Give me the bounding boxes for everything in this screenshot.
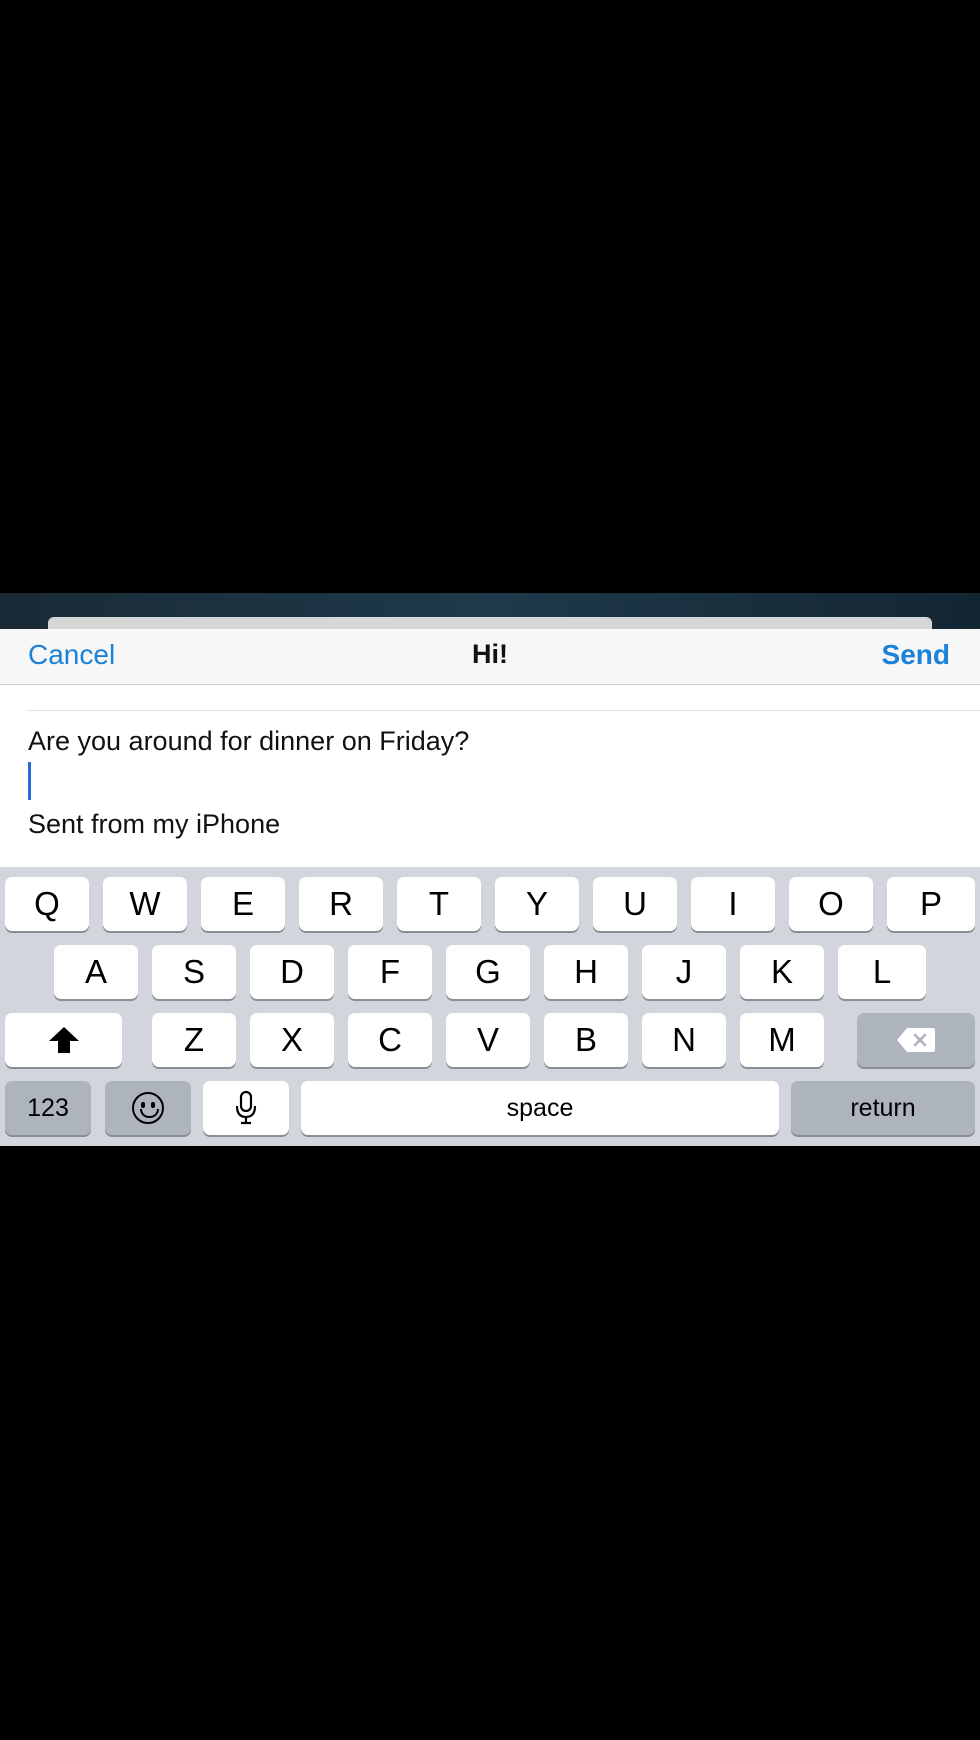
return-key[interactable]: return xyxy=(791,1081,975,1135)
key-s[interactable]: S xyxy=(152,945,236,999)
key-f[interactable]: F xyxy=(348,945,432,999)
key-e[interactable]: E xyxy=(201,877,285,931)
key-o[interactable]: O xyxy=(789,877,873,931)
key-h[interactable]: H xyxy=(544,945,628,999)
key-b[interactable]: B xyxy=(544,1013,628,1067)
on-screen-keyboard: Q W E R T Y U I O P A S D F G H J K L Z … xyxy=(0,867,980,1146)
key-w[interactable]: W xyxy=(103,877,187,931)
key-c[interactable]: C xyxy=(348,1013,432,1067)
key-n[interactable]: N xyxy=(642,1013,726,1067)
emoji-icon xyxy=(132,1092,164,1124)
emoji-key[interactable] xyxy=(105,1081,191,1135)
key-l[interactable]: L xyxy=(838,945,926,999)
key-p[interactable]: P xyxy=(887,877,975,931)
signature-line[interactable]: Sent from my iPhone xyxy=(28,809,280,840)
key-v[interactable]: V xyxy=(446,1013,530,1067)
shift-icon xyxy=(48,1027,79,1053)
compose-title: Hi! xyxy=(472,639,508,669)
numbers-key[interactable]: 123 xyxy=(5,1081,91,1135)
key-x[interactable]: X xyxy=(250,1013,334,1067)
key-t[interactable]: T xyxy=(397,877,481,931)
microphone-icon xyxy=(235,1090,257,1125)
key-u[interactable]: U xyxy=(593,877,677,931)
key-y[interactable]: Y xyxy=(495,877,579,931)
header-divider xyxy=(27,710,980,711)
text-cursor xyxy=(28,762,31,800)
backspace-key[interactable] xyxy=(857,1013,975,1067)
space-key[interactable]: space xyxy=(301,1081,779,1135)
mail-compose-sheet: Cancel Hi! Send Are you around for dinne… xyxy=(0,629,980,867)
key-q[interactable]: Q xyxy=(5,877,89,931)
compose-nav-bar: Cancel Hi! Send xyxy=(0,629,980,685)
shift-key[interactable] xyxy=(5,1013,122,1067)
dictation-key[interactable] xyxy=(203,1081,289,1135)
key-d[interactable]: D xyxy=(250,945,334,999)
key-m[interactable]: M xyxy=(740,1013,824,1067)
screen-background xyxy=(0,1146,980,1740)
send-button[interactable]: Send xyxy=(882,639,950,671)
key-k[interactable]: K xyxy=(740,945,824,999)
message-body-line[interactable]: Are you around for dinner on Friday? xyxy=(28,726,469,757)
key-z[interactable]: Z xyxy=(152,1013,236,1067)
key-r[interactable]: R xyxy=(299,877,383,931)
key-g[interactable]: G xyxy=(446,945,530,999)
key-j[interactable]: J xyxy=(642,945,726,999)
key-i[interactable]: I xyxy=(691,877,775,931)
key-a[interactable]: A xyxy=(54,945,138,999)
backspace-icon xyxy=(897,1028,935,1052)
